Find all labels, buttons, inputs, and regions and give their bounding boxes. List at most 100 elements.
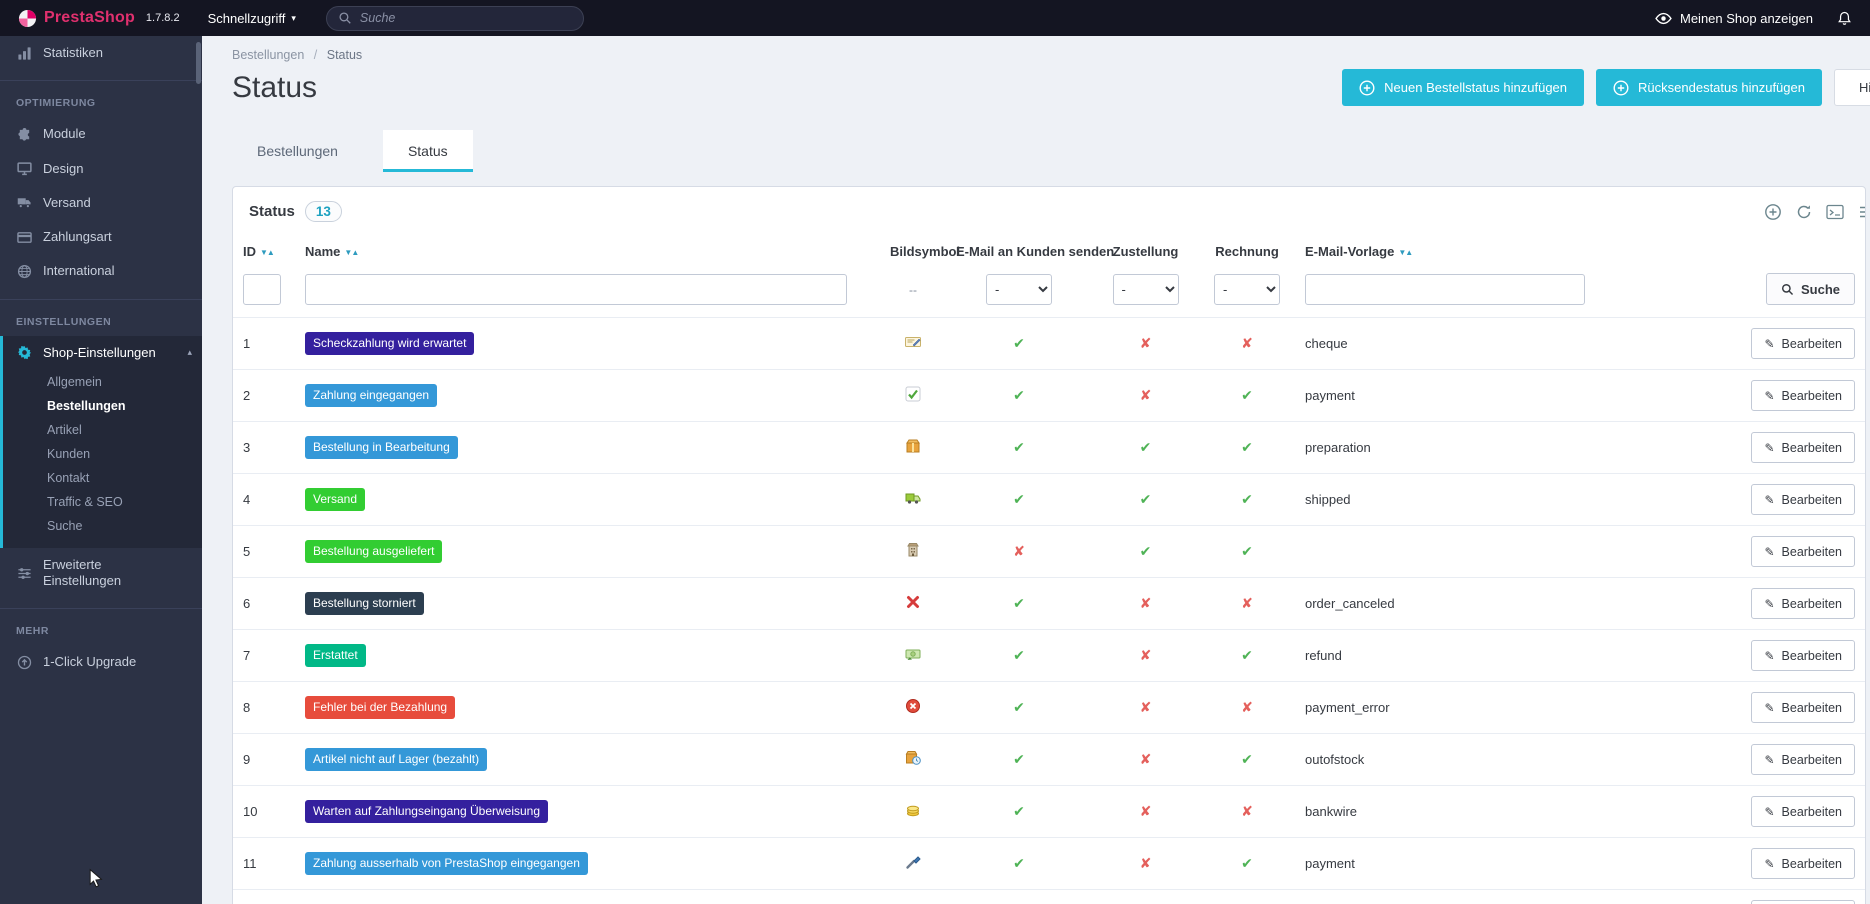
cross-icon: ✘ — [1140, 595, 1152, 611]
export-icon[interactable] — [1857, 203, 1866, 221]
search-input[interactable] — [360, 11, 572, 25]
check-icon: ✔ — [1140, 439, 1152, 455]
add-order-status-button[interactable]: Neuen Bestellstatus hinzufügen — [1342, 69, 1584, 106]
edit-button[interactable]: ✎Bearbeiten — [1751, 744, 1855, 775]
template-filter-input[interactable] — [1305, 274, 1585, 305]
sidebar-subitem-allgemein[interactable]: Allgemein — [3, 370, 202, 394]
backorder-icon — [905, 750, 921, 766]
status-id: 12 — [233, 890, 295, 904]
pencil-icon: ✎ — [1764, 753, 1774, 767]
tab-bestellungen[interactable]: Bestellungen — [232, 130, 363, 172]
email-template: bankwire — [1295, 786, 1607, 838]
sidebar-scrollbar[interactable] — [196, 42, 201, 84]
shipping-truck-icon — [905, 490, 921, 506]
package-icon — [905, 438, 921, 454]
status-id: 5 — [233, 526, 295, 578]
edit-button-label: Bearbeiten — [1782, 545, 1842, 559]
sidebar-subitem-bestellungen[interactable]: Bestellungen — [3, 394, 202, 418]
invoice-filter-select[interactable]: - — [1214, 274, 1280, 305]
sidebar-section-title: OPTIMIERUNG — [0, 81, 202, 117]
view-shop-link[interactable]: Meinen Shop anzeigen — [1655, 10, 1813, 27]
sidebar-item-1-click-upgrade[interactable]: 1-Click Upgrade — [0, 645, 202, 679]
check-icon: ✔ — [1140, 543, 1152, 559]
help-button[interactable]: Hilfe — [1834, 69, 1870, 106]
check-icon: ✔ — [1013, 491, 1025, 507]
sidebar-group: Module — [0, 117, 202, 151]
column-header-rechnung: Rechnung — [1199, 230, 1295, 269]
status-row: 6Bestellung storniert✔✘✘order_canceled✎B… — [233, 578, 1865, 630]
sidebar-subitem-kunden[interactable]: Kunden — [3, 442, 202, 466]
breadcrumb-parent[interactable]: Bestellungen — [232, 48, 304, 62]
sidebar-item-design[interactable]: Design — [0, 152, 202, 186]
column-header-name[interactable]: Name▼▲ — [295, 230, 880, 269]
edit-button[interactable]: ✎ Bearbeiten — [1751, 328, 1855, 359]
sidebar-item-zahlungsart[interactable]: Zahlungsart — [0, 220, 202, 254]
pencil-icon: ✎ — [1764, 805, 1774, 819]
edit-button[interactable]: ✎Bearbeiten — [1751, 692, 1855, 723]
column-header-e-mail-vorlage[interactable]: E-Mail-Vorlage▼▲ — [1295, 230, 1607, 269]
sidebar-subitem-artikel[interactable]: Artikel — [3, 418, 202, 442]
check-icon: ✔ — [1013, 647, 1025, 663]
sidebar-item-shop-einstellungen[interactable]: Shop-Einstellungen▴ — [3, 336, 202, 370]
edit-button[interactable]: ✎Bearbeiten — [1751, 588, 1855, 619]
tab-status[interactable]: Status — [383, 130, 473, 172]
gear-icon — [16, 345, 32, 360]
column-header-e-mail-an-kunden-senden: E-Mail an Kunden senden — [946, 230, 1092, 269]
edit-button[interactable]: ✎Bearbeiten — [1751, 432, 1855, 463]
check-icon: ✔ — [1241, 647, 1253, 663]
prestashop-logo[interactable]: PrestaShop 1.7.8.2 — [18, 9, 180, 28]
pencil-icon: ✎ — [1764, 701, 1774, 715]
edit-button-label: Bearbeiten — [1782, 337, 1842, 351]
edit-button[interactable]: ✎Bearbeiten — [1751, 536, 1855, 567]
notifications-bell[interactable] — [1837, 11, 1852, 26]
edit-button[interactable]: ✎Bearbeiten — [1751, 796, 1855, 827]
breadcrumb: Bestellungen / Status — [232, 48, 1866, 62]
plus-circle-icon — [1613, 80, 1629, 96]
sort-arrows-icon[interactable]: ▼▲ — [1398, 248, 1412, 257]
sidebar-subitem-traffic-seo[interactable]: Traffic & SEO — [3, 490, 202, 514]
cross-icon: ✘ — [1241, 803, 1253, 819]
pencil-icon: ✎ — [1764, 337, 1774, 351]
quick-access-dropdown[interactable]: Schnellzugriff ▾ — [208, 11, 296, 26]
id-filter-input[interactable] — [243, 274, 281, 305]
sidebar-item-label: 1-Click Upgrade — [43, 654, 136, 670]
filter-row: -- - - - Suche — [233, 269, 1865, 318]
sort-arrows-icon[interactable]: ▼▲ — [260, 248, 274, 257]
edit-button[interactable]: ✎Bearbeiten — [1751, 640, 1855, 671]
sidebar-item-international[interactable]: International — [0, 254, 202, 288]
sidebar-item-erweiterte-einstellungen[interactable]: Erweiterte Einstellungen — [0, 548, 202, 599]
sort-arrows-icon[interactable]: ▼▲ — [344, 248, 358, 257]
sidebar-item-versand[interactable]: Versand — [0, 186, 202, 220]
email-filter-select[interactable]: - — [986, 274, 1052, 305]
add-new-icon[interactable] — [1764, 203, 1782, 221]
name-filter-input[interactable] — [305, 274, 847, 305]
edit-button[interactable]: ✎Bearbeiten — [1751, 380, 1855, 411]
search-icon — [1781, 283, 1794, 296]
refresh-icon[interactable] — [1795, 203, 1813, 221]
sidebar-item-statistiken[interactable]: Statistiken — [0, 36, 202, 70]
sidebar-subitem-kontakt[interactable]: Kontakt — [3, 466, 202, 490]
edit-button[interactable]: ✎Bearbeiten — [1751, 900, 1855, 904]
edit-button[interactable]: ✎Bearbeiten — [1751, 848, 1855, 879]
check-icon: ✔ — [1013, 595, 1025, 611]
pencil-icon: ✎ — [1764, 597, 1774, 611]
cross-icon: ✘ — [1241, 595, 1253, 611]
column-header-id[interactable]: ID▼▲ — [233, 230, 295, 269]
truck-icon — [16, 195, 32, 210]
check-icon: ✔ — [1241, 491, 1253, 507]
breadcrumb-separator: / — [314, 48, 317, 62]
sidebar-subitem-suche[interactable]: Suche — [3, 514, 202, 538]
filter-search-button[interactable]: Suche — [1766, 273, 1855, 305]
status-name-badge: Warten auf Zahlungseingang Überweisung — [305, 800, 548, 823]
show-sql-icon[interactable] — [1826, 203, 1844, 221]
sidebar-item-module[interactable]: Module — [0, 117, 202, 151]
status-name-badge: Bestellung storniert — [305, 592, 424, 615]
delivery-filter-select[interactable]: - — [1113, 274, 1179, 305]
status-row: 5Bestellung ausgeliefert✘✔✔✎Bearbeiten — [233, 526, 1865, 578]
page-title: Status — [232, 71, 317, 105]
sidebar-nav: Statistiken OPTIMIERUNGModuleDesignVersan… — [0, 36, 202, 680]
add-return-status-button[interactable]: Rücksendestatus hinzufügen — [1596, 69, 1822, 106]
edit-button[interactable]: ✎Bearbeiten — [1751, 484, 1855, 515]
icon-filter-placeholder: -- — [909, 283, 917, 297]
canceled-icon — [905, 594, 921, 610]
